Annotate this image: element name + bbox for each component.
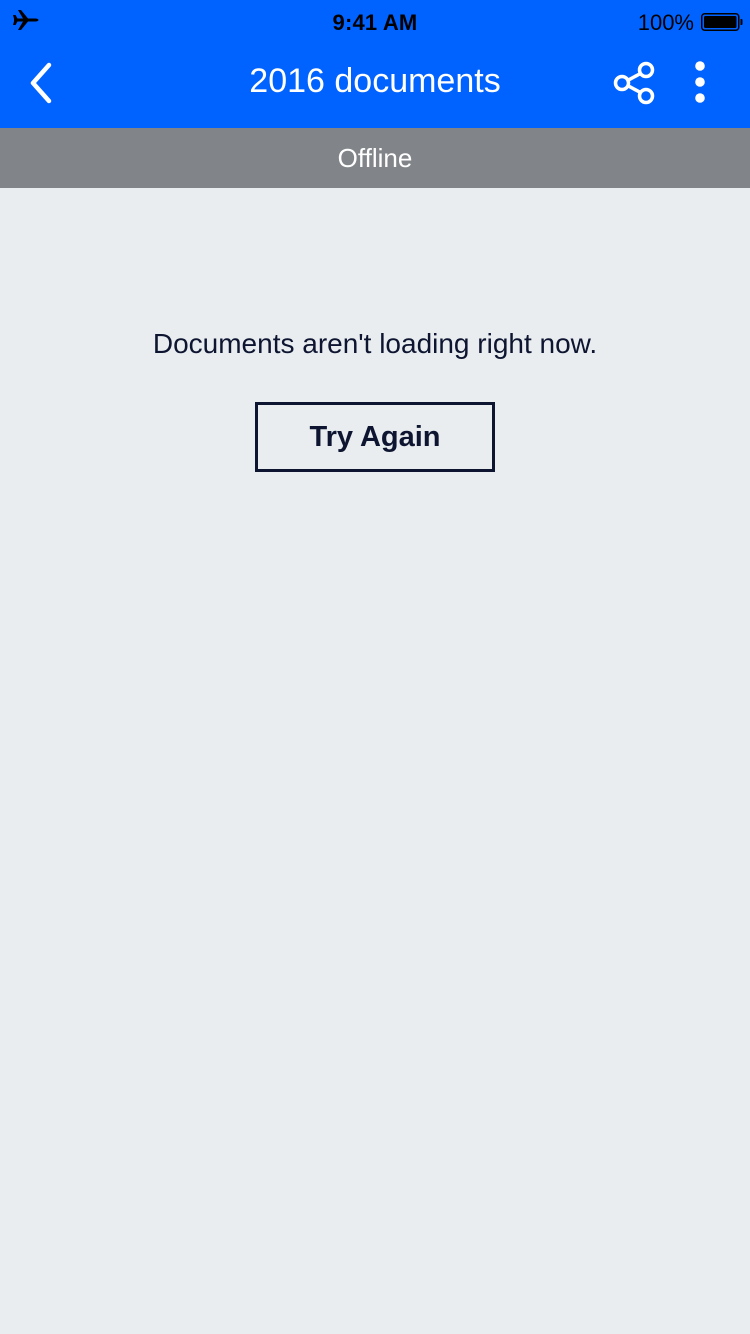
offline-banner: Offline [0, 128, 750, 188]
page-title: 2016 documents [249, 62, 501, 100]
app-header: 9:41 AM 100% 2016 documents [0, 0, 750, 128]
chevron-left-icon[interactable] [22, 58, 62, 108]
more-vertical-icon[interactable] [684, 60, 716, 106]
battery-full-icon [701, 13, 743, 31]
battery-percentage: 100% [637, 10, 694, 35]
error-message: Documents aren't loading right now. [152, 328, 598, 359]
status-bar: 9:41 AM 100% [0, 0, 750, 44]
try-again-button[interactable]: Try Again [255, 402, 495, 472]
navigation-bar: 2016 documents [0, 44, 750, 128]
share-icon[interactable] [610, 60, 658, 106]
